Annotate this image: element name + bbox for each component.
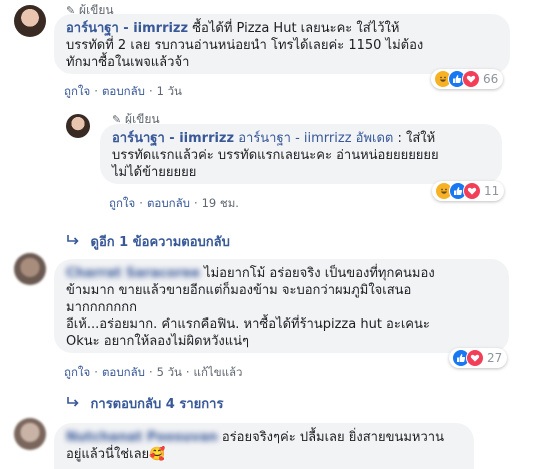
timestamp[interactable]: 19 ชม. [202,196,239,210]
comment-actions: ถูกใจ · ตอบกลับ · 19 ชม. [109,196,239,210]
comment-author-name[interactable]: อาร์นาฐา - iimrrizz [112,131,234,146]
like-button[interactable]: ถูกใจ [64,84,90,98]
updated-author-link[interactable]: อาร์นาฐา - iimrrizz [234,131,356,146]
like-button[interactable]: ถูกใจ [109,196,135,210]
avatar[interactable] [66,114,90,138]
comment-author-name[interactable]: Nutchanat Poosuvan [66,429,218,446]
view-more-replies-link[interactable]: ดูอีก 1 ข้อความตอบกลับ [66,231,230,252]
reply-button[interactable]: ตอบกลับ [147,196,190,210]
reaction-count: 11 [484,184,500,198]
updated-link[interactable]: อัพเดต [356,131,394,146]
comment-text: อีเห้...อร่อยมาก. คำแรกคือฟิน. หาซื้อได้… [66,317,430,332]
reply-arrow-icon [66,235,85,250]
comment-text: ไม่อยากโม้ อร่อยจริง เป็นของที่ทุกคนมอง [199,266,435,281]
view-more-replies-link[interactable]: การตอบกลับ 4 รายการ [66,393,223,414]
comment-author-name[interactable]: Charrat Saracoree [66,265,200,282]
reply-button[interactable]: ตอบกลับ [102,84,145,98]
avatar[interactable] [14,418,46,450]
reaction-count: 66 [483,72,499,86]
comment-text: บรรทัดที่ 2 เลย รบกวนอ่านหน่อยนำ โทรได้เ… [66,38,424,53]
comment-text: ข้ามมาก ขายแล้วขายอีกแต่ก็มองข้าม จะบอกว… [66,283,412,298]
comment-text: บรรทัดแรกแล้วค่ะ บรรทัดแรกเลยนะคะ อ่านหน… [112,148,439,163]
avatar[interactable] [14,253,46,285]
comment-text: ทักมาซื้อในเพจแล้วจ้า [66,55,190,70]
comment-bubble: Nutchanat Poosuvan อร่อยจริงๆค่ะ ปลื้มเล… [54,423,474,469]
comment-bubble: Charrat Saracoree ไม่อยากโม้ อร่อยจริง เ… [54,259,509,353]
timestamp[interactable]: 5 วัน [157,365,182,379]
reaction-summary[interactable]: 66 [431,69,504,89]
reaction-count: 27 [487,351,503,365]
comment-text: ไม่ได้ข้ายยยยย [112,165,197,180]
comment-actions: ถูกใจ · ตอบกลับ · 1 วัน [64,84,182,98]
edited-label[interactable]: แก้ไขแล้ว [194,365,243,379]
comment-text: ซื้อได้ที่ Pizza Hut เลยนะคะ ใส่ไว้ให้ [188,21,400,36]
love-icon [463,182,481,200]
comment-text: มากกกกกกก [66,300,137,315]
avatar[interactable] [14,5,46,37]
like-button[interactable]: ถูกใจ [64,365,90,379]
comment-text: Okนะ อยากให้ลองไม่ผิดหวังแน่ๆ [66,334,250,349]
comment-text: อร่อยจริงๆค่ะ ปลื้มเลย ยิ่งสายขนมหวาน [217,430,444,445]
reply-button[interactable]: ตอบกลับ [102,365,145,379]
comment-bubble: อาร์นาฐา - iimrrizz อาร์นาฐา - iimrrizz … [100,124,502,184]
comment-bubble: อาร์นาฐา - iimrrizz ซื้อได้ที่ Pizza Hut… [54,14,510,74]
timestamp[interactable]: 1 วัน [157,84,182,98]
comment-actions: ถูกใจ · ตอบกลับ · 5 วัน · แก้ไขแล้ว [64,365,243,379]
comment-text: อยู่แล้วนี่ใช่เลย🥰 [66,447,166,462]
reaction-summary[interactable]: 11 [432,181,505,201]
comment-text: : ใส่ให้ [393,131,436,146]
comment-author-name[interactable]: อาร์นาฐา - iimrrizz [66,21,188,36]
love-icon [466,349,484,367]
love-icon [462,70,480,88]
reply-arrow-icon [66,397,85,412]
reaction-summary[interactable]: 27 [449,348,508,368]
